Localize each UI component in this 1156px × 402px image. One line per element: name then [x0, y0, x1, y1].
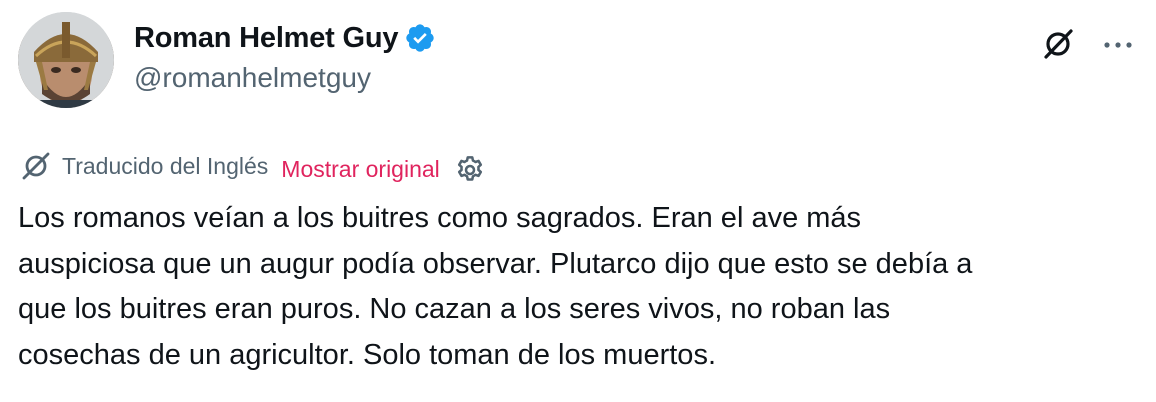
tweet-card: Roman Helmet Guy @romanhelmetguy Traduci… [0, 0, 1156, 402]
translate-icon [18, 148, 54, 184]
verified-badge-icon[interactable] [404, 22, 436, 54]
grok-icon [1041, 27, 1075, 66]
more-button[interactable] [1098, 26, 1138, 66]
translated-from-label: Traducido del Inglés [62, 152, 269, 179]
grok-button[interactable] [1038, 26, 1078, 66]
tweet-text-line: auspiciosa que un augur podía observar. … [18, 247, 973, 280]
show-original-link[interactable]: Mostrar original [281, 156, 440, 183]
display-name[interactable]: Roman Helmet Guy [134, 22, 399, 55]
tweet-text-line: Los romanos veían a los buitres como sag… [18, 202, 862, 234]
tweet-text: Los romanos veían a los buitres como sag… [18, 196, 1138, 378]
tweet-text-line: cosechas de un agricultor. Solo toman de… [18, 338, 716, 371]
tweet-text-line: que los buitres eran puros. No cazan a l… [18, 293, 891, 325]
name-row: Roman Helmet Guy [134, 18, 436, 58]
avatar-photo-icon [18, 12, 114, 108]
handle[interactable]: @romanhelmetguy [134, 62, 436, 94]
more-horizontal-icon [1101, 37, 1135, 55]
author-info: Roman Helmet Guy @romanhelmetguy [134, 18, 436, 94]
gear-icon[interactable] [452, 152, 488, 188]
avatar[interactable] [18, 12, 114, 108]
translation-bar: Traducido del Inglés Mostrar original [18, 146, 488, 186]
